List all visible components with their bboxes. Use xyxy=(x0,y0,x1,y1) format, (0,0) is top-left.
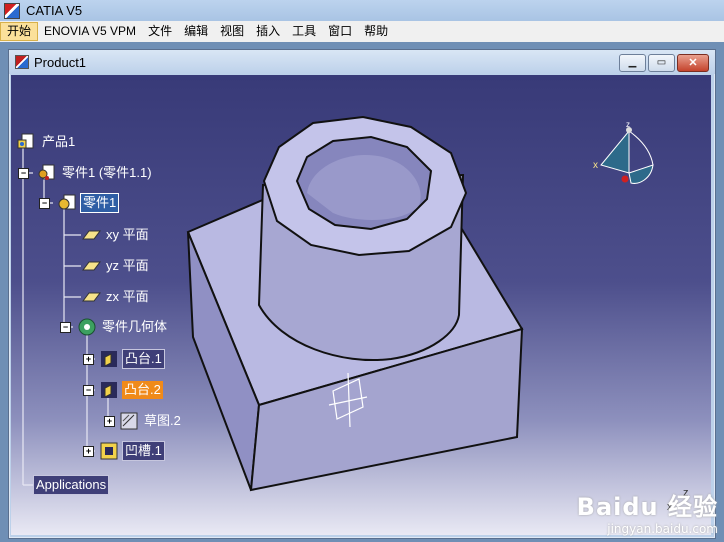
compass-z-label: z xyxy=(626,121,630,129)
restore-icon: ▭ xyxy=(656,57,667,68)
catia-logo-icon xyxy=(4,2,20,19)
compass-widget[interactable]: x z xyxy=(591,121,671,201)
collapse-toggle-icon[interactable]: − xyxy=(83,385,94,396)
app-title: CATIA V5 xyxy=(26,3,83,18)
collapse-toggle-icon[interactable]: − xyxy=(39,198,50,209)
product-icon xyxy=(15,55,29,69)
3d-viewport[interactable]: 产品1 − 零件1 (零件1.1) − 零件1 xy 平面 yz 平面 zx 平… xyxy=(11,75,711,535)
watermark-url: jingyan.baidu.com xyxy=(607,522,718,536)
tree-node-plane-yz[interactable]: yz 平面 xyxy=(81,256,151,276)
tree-label-part-instance: 零件1 (零件1.1) xyxy=(62,165,152,180)
plane-icon xyxy=(82,261,101,271)
tree-node-body[interactable]: 零件几何体 xyxy=(77,317,169,337)
watermark-brand: Baidu 经验 xyxy=(576,493,718,521)
body-gear-icon xyxy=(78,318,96,336)
expand-toggle-icon[interactable]: + xyxy=(104,416,115,427)
tree-node-product[interactable]: 产品1 xyxy=(17,132,77,152)
menu-tools[interactable]: 工具 xyxy=(286,22,322,41)
tree-node-plane-xy[interactable]: xy 平面 xyxy=(81,225,151,245)
tree-node-sketch[interactable]: 草图.2 xyxy=(119,411,183,431)
collapse-toggle-icon[interactable]: − xyxy=(60,322,71,333)
menu-view[interactable]: 视图 xyxy=(214,22,250,41)
minimize-icon: ▁ xyxy=(628,57,637,68)
compass-x-label: x xyxy=(593,160,598,171)
menu-insert[interactable]: 插入 xyxy=(250,22,286,41)
tree-node-pocket[interactable]: 凹槽.1 xyxy=(99,441,165,461)
pad-icon xyxy=(101,382,117,398)
tree-label-pad: 凸台.2 xyxy=(122,381,163,399)
plane-icon xyxy=(82,292,101,302)
minimize-button[interactable]: ▁ xyxy=(619,54,646,72)
tree-node-pad-1[interactable]: 凸台.1 xyxy=(99,349,165,369)
tree-node-pad-2[interactable]: 凸台.2 xyxy=(99,380,163,400)
menu-enovia[interactable]: ENOVIA V5 VPM xyxy=(38,22,142,41)
close-button[interactable]: ✕ xyxy=(677,54,709,72)
tree-node-plane-zx[interactable]: zx 平面 xyxy=(81,287,151,307)
tree-label-plane: xy 平面 xyxy=(106,227,149,242)
maximize-button[interactable]: ▭ xyxy=(648,54,675,72)
expand-toggle-icon[interactable]: + xyxy=(83,446,94,457)
tree-label-applications: Applications xyxy=(33,475,110,495)
document-window: Product1 ▁ ▭ ✕ 产品1 − 零件1 (零件1.1) − 零件1 x… xyxy=(8,49,716,539)
tree-label-sketch: 草图.2 xyxy=(144,413,181,428)
tree-node-part-instance[interactable]: 零件1 (零件1.1) xyxy=(37,163,154,183)
menu-edit[interactable]: 编辑 xyxy=(178,22,214,41)
menu-help[interactable]: 帮助 xyxy=(358,22,394,41)
app-titlebar: CATIA V5 xyxy=(0,0,724,21)
close-icon: ✕ xyxy=(688,57,698,69)
plane-icon xyxy=(82,230,101,240)
baidu-watermark: Baidu 经验 jingyan.baidu.com xyxy=(577,487,718,536)
pad-icon xyxy=(101,351,117,367)
product-icon xyxy=(17,133,34,149)
sketch-icon xyxy=(120,412,138,430)
pocket-icon xyxy=(100,442,118,460)
tree-node-part[interactable]: 零件1 xyxy=(57,193,120,213)
part-icon xyxy=(58,194,76,210)
tree-label-pocket: 凹槽.1 xyxy=(122,441,165,461)
specification-tree: 产品1 − 零件1 (零件1.1) − 零件1 xy 平面 yz 平面 zx 平… xyxy=(11,75,211,535)
tree-node-applications[interactable]: Applications xyxy=(33,475,110,495)
tree-label-plane: zx 平面 xyxy=(106,289,149,304)
menu-start[interactable]: 开始 xyxy=(0,22,39,41)
menu-file[interactable]: 文件 xyxy=(142,22,178,41)
menu-window[interactable]: 窗口 xyxy=(322,22,358,41)
tree-label-pad: 凸台.1 xyxy=(122,349,165,369)
document-titlebar[interactable]: Product1 ▁ ▭ ✕ xyxy=(9,50,715,74)
compass-origin-icon xyxy=(621,175,629,183)
part-instance-icon xyxy=(38,164,55,180)
document-title: Product1 xyxy=(34,54,87,70)
menu-bar: 开始 ENOVIA V5 VPM 文件 编辑 视图 插入 工具 窗口 帮助 xyxy=(0,21,724,43)
tree-label-body: 零件几何体 xyxy=(102,319,168,334)
tree-label-part: 零件1 xyxy=(80,193,120,213)
tree-label-product: 产品1 xyxy=(42,134,76,149)
collapse-toggle-icon[interactable]: − xyxy=(18,168,29,179)
expand-toggle-icon[interactable]: + xyxy=(83,354,94,365)
tree-label-plane: yz 平面 xyxy=(106,258,149,273)
